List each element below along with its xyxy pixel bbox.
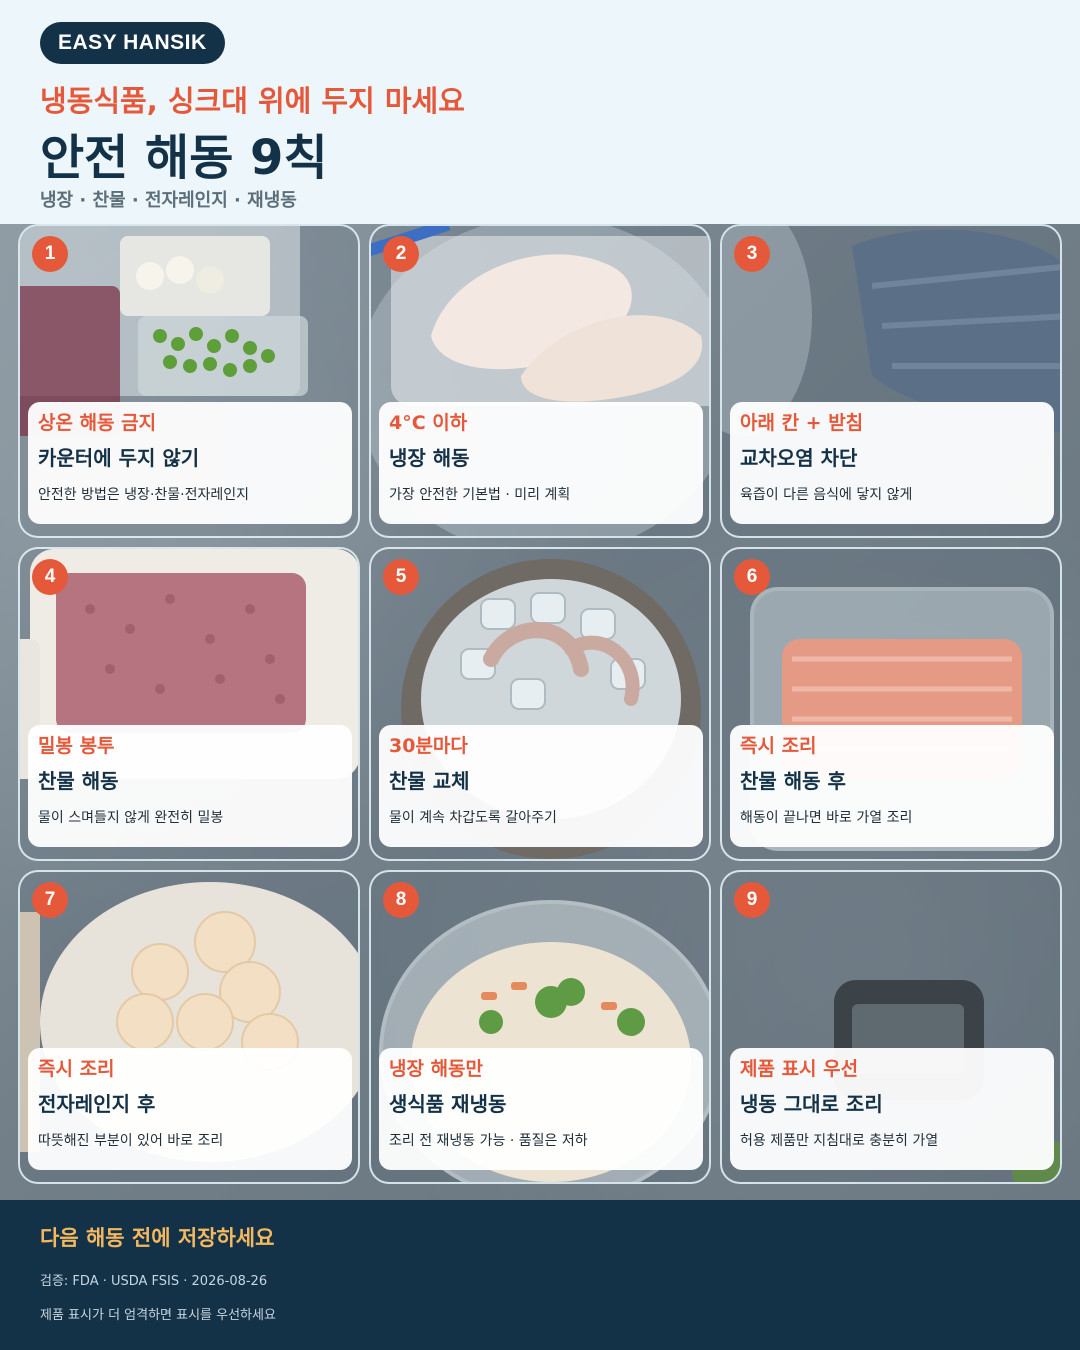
tip-heading: 찬물 교체: [389, 769, 470, 793]
tip-description: 안전한 방법은 냉장·찬물·전자레인지: [38, 487, 249, 503]
tip-description: 허용 제품만 지침대로 충분히 가열: [740, 1133, 939, 1149]
tip-description: 가장 안전한 기본법 · 미리 계획: [389, 487, 571, 503]
tip-description: 물이 계속 차갑도록 갈아주기: [389, 810, 557, 826]
tip-number-badge: 6: [734, 559, 770, 595]
tip-heading: 전자레인지 후: [38, 1092, 156, 1116]
tip-card: 아래 칸 + 받침 교차오염 차단 육즙이 다른 음식에 닿지 않게: [730, 402, 1054, 524]
tip-tile: 6 즉시 조리 찬물 해동 후 해동이 끝나면 바로 가열 조리: [720, 547, 1062, 861]
tip-heading: 교차오염 차단: [740, 446, 858, 470]
tip-number-badge: 4: [32, 559, 68, 595]
brand-badge: EASY HANSIK: [40, 22, 225, 64]
tip-description: 따뜻해진 부분이 있어 바로 조리: [38, 1133, 224, 1149]
tip-tag: 즉시 조리: [38, 1058, 115, 1080]
tip-tag: 제품 표시 우선: [740, 1058, 859, 1080]
tip-tag: 아래 칸 + 받침: [740, 412, 864, 434]
tip-tile: 2 4°C 이하 냉장 해동 가장 안전한 기본법 · 미리 계획: [369, 224, 711, 538]
header: EASY HANSIK 냉동식품, 싱크대 위에 두지 마세요 안전 해동 9칙…: [0, 0, 1080, 224]
photo-background: 1 상온 해동 금지 카운터에 두지 않기 안전한 방법은 냉장·찬물·전자레인…: [0, 224, 1080, 1200]
tip-heading: 냉동 그대로 조리: [740, 1092, 883, 1116]
subtitle: 냉장 · 찬물 · 전자레인지 · 재냉동: [40, 190, 297, 211]
tip-card: 밀봉 봉투 찬물 해동 물이 스며들지 않게 완전히 밀봉: [28, 725, 352, 847]
tip-tile: 5 30분마다 찬물 교체 물이 계속 차갑도록 갈아주기: [369, 547, 711, 861]
tip-card: 4°C 이하 냉장 해동 가장 안전한 기본법 · 미리 계획: [379, 402, 703, 524]
tip-number-badge: 8: [383, 882, 419, 918]
footer: 다음 해동 전에 저장하세요 검증: FDA · USDA FSIS · 202…: [0, 1200, 1080, 1350]
save-reminder: 다음 해동 전에 저장하세요: [40, 1226, 275, 1250]
tip-card: 즉시 조리 찬물 해동 후 해동이 끝나면 바로 가열 조리: [730, 725, 1054, 847]
tip-number-badge: 3: [734, 236, 770, 272]
tip-number-badge: 9: [734, 882, 770, 918]
label-priority-note: 제품 표시가 더 엄격하면 표시를 우선하세요: [40, 1308, 276, 1323]
tip-tile: 7 즉시 조리 전자레인지 후 따뜻해진 부분이 있어 바로 조리: [18, 870, 360, 1184]
tip-tile: 4 밀봉 봉투 찬물 해동 물이 스며들지 않게 완전히 밀봉: [18, 547, 360, 861]
tip-heading: 찬물 해동: [38, 769, 119, 793]
tip-tag: 밀봉 봉투: [38, 735, 115, 757]
tip-tag: 4°C 이하: [389, 412, 468, 434]
source-note: 검증: FDA · USDA FSIS · 2026-08-26: [40, 1274, 268, 1289]
tip-card: 제품 표시 우선 냉동 그대로 조리 허용 제품만 지침대로 충분히 가열: [730, 1048, 1054, 1170]
tip-tag: 즉시 조리: [740, 735, 817, 757]
tip-tile: 9 제품 표시 우선 냉동 그대로 조리 허용 제품만 지침대로 충분히 가열: [720, 870, 1062, 1184]
tip-card: 냉장 해동만 생식품 재냉동 조리 전 재냉동 가능 · 품질은 저하: [379, 1048, 703, 1170]
tip-number-badge: 7: [32, 882, 68, 918]
tip-tag: 30분마다: [389, 735, 468, 757]
tip-number-badge: 2: [383, 236, 419, 272]
tip-tile: 8 냉장 해동만 생식품 재냉동 조리 전 재냉동 가능 · 품질은 저하: [369, 870, 711, 1184]
tip-description: 물이 스며들지 않게 완전히 밀봉: [38, 810, 224, 826]
tip-heading: 생식품 재냉동: [389, 1092, 507, 1116]
tip-tag: 냉장 해동만: [389, 1058, 484, 1080]
tip-card: 상온 해동 금지 카운터에 두지 않기 안전한 방법은 냉장·찬물·전자레인지: [28, 402, 352, 524]
tip-number-badge: 5: [383, 559, 419, 595]
page-title: 안전 해동 9칙: [40, 130, 328, 186]
kicker-text: 냉동식품, 싱크대 위에 두지 마세요: [40, 84, 465, 118]
tip-number-badge: 1: [32, 236, 68, 272]
tip-card: 30분마다 찬물 교체 물이 계속 차갑도록 갈아주기: [379, 725, 703, 847]
tip-heading: 냉장 해동: [389, 446, 470, 470]
tip-tile: 1 상온 해동 금지 카운터에 두지 않기 안전한 방법은 냉장·찬물·전자레인…: [18, 224, 360, 538]
tip-description: 육즙이 다른 음식에 닿지 않게: [740, 487, 913, 503]
tip-description: 조리 전 재냉동 가능 · 품질은 저하: [389, 1133, 588, 1149]
tip-description: 해동이 끝나면 바로 가열 조리: [740, 810, 913, 826]
tip-card: 즉시 조리 전자레인지 후 따뜻해진 부분이 있어 바로 조리: [28, 1048, 352, 1170]
tip-heading: 카운터에 두지 않기: [38, 446, 200, 470]
tip-heading: 찬물 해동 후: [740, 769, 846, 793]
tip-tag: 상온 해동 금지: [38, 412, 157, 434]
tip-tile: 3 아래 칸 + 받침 교차오염 차단 육즙이 다른 음식에 닿지 않게: [720, 224, 1062, 538]
